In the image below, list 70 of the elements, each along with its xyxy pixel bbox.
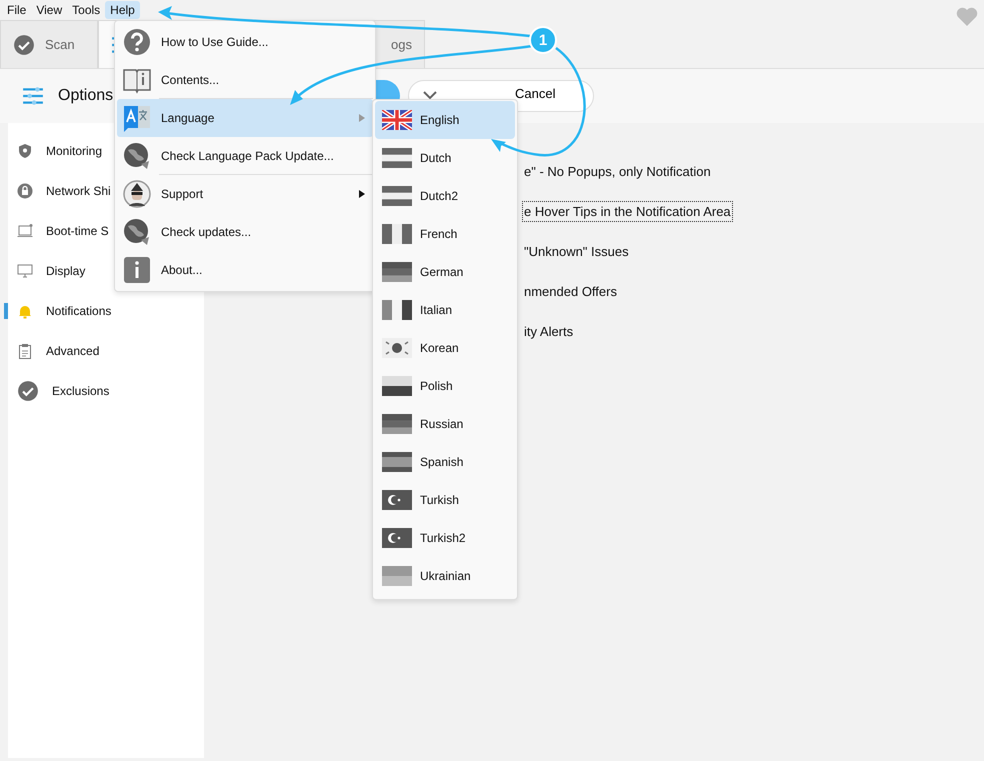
flag-icon [382, 300, 412, 320]
flag-icon [382, 148, 412, 168]
panel-title: Options [58, 87, 114, 105]
flag-icon [382, 490, 412, 510]
menu-item[interactable]: Polish [375, 367, 515, 405]
submenu-arrow-icon [359, 190, 365, 198]
menu-item[interactable]: English [375, 101, 515, 139]
menu-item[interactable]: View [31, 1, 68, 19]
monitor-icon [17, 263, 33, 279]
menu-item[interactable]: Turkish2 [375, 519, 515, 557]
flag-icon [382, 376, 412, 396]
menu-item[interactable]: Turkish [375, 481, 515, 519]
question-icon [123, 28, 151, 56]
flag-icon [382, 186, 412, 206]
laptop-icon [17, 223, 33, 239]
menu-item[interactable]: Dutch2 [375, 177, 515, 215]
lock-icon [17, 183, 33, 199]
option-label: e Hover Tips in the Notification Area [522, 201, 733, 222]
translate-icon [123, 104, 151, 132]
info-icon [123, 256, 151, 284]
globe-icon [123, 142, 151, 170]
sidebar-item[interactable]: Notifications [46, 304, 112, 318]
option-label: e" - No Popups, only Notification [523, 163, 712, 181]
sliders-icon [22, 85, 44, 107]
menu-item[interactable]: Contents... [117, 61, 373, 99]
menu-item[interactable]: Help [105, 1, 140, 19]
clipboard-icon [17, 343, 33, 359]
sidebar-item[interactable]: Monitoring [46, 144, 102, 158]
menu-item[interactable]: Dutch [375, 139, 515, 177]
tab[interactable]: Scan [0, 20, 98, 68]
callout-badge: 1 [529, 26, 557, 54]
option-label: ity Alerts [523, 323, 574, 341]
sidebar-item[interactable]: Advanced [46, 344, 100, 358]
avatar-icon [123, 180, 151, 208]
flag-icon [382, 224, 412, 244]
check-circle-icon [13, 34, 35, 56]
flag-icon [382, 528, 412, 548]
menu-item[interactable]: Ukrainian [375, 557, 515, 595]
sidebar-item[interactable]: Display [46, 264, 86, 278]
menu-item[interactable]: Italian [375, 291, 515, 329]
flag-icon [382, 452, 412, 472]
flag-icon [382, 110, 412, 130]
bell-icon [17, 303, 33, 319]
submenu-arrow-icon [359, 114, 365, 122]
menu-item[interactable]: German [375, 253, 515, 291]
menu-item[interactable]: Check Language Pack Update... [117, 137, 373, 175]
option-label: "Unknown" Issues [523, 243, 630, 261]
menu-item[interactable]: Russian [375, 405, 515, 443]
menu-item[interactable]: Language [117, 99, 373, 137]
flag-icon [382, 262, 412, 282]
menu-item[interactable]: French [375, 215, 515, 253]
menu-item[interactable]: File [2, 1, 32, 19]
menu-item[interactable]: Support [117, 175, 373, 213]
option-label: nmended Offers [523, 283, 618, 301]
globe-icon [123, 218, 151, 246]
flag-icon [382, 566, 412, 586]
flag-icon [382, 414, 412, 434]
menu-item[interactable]: Check updates... [117, 213, 373, 251]
menu-item[interactable]: Spanish [375, 443, 515, 481]
sidebar-item[interactable]: Exclusions [52, 384, 110, 398]
menu-item[interactable]: About... [117, 251, 373, 289]
menu-item[interactable]: Korean [375, 329, 515, 367]
flag-icon [382, 338, 412, 358]
menu-item[interactable]: How to Use Guide... [117, 23, 373, 61]
check-circle-icon [17, 380, 39, 402]
sidebar-item[interactable]: Boot-time S [46, 224, 109, 238]
heart-icon[interactable] [956, 7, 978, 27]
sidebar-item[interactable]: Network Shi [46, 184, 111, 198]
menu-item[interactable]: Tools [67, 1, 106, 19]
shield-icon [17, 143, 33, 159]
